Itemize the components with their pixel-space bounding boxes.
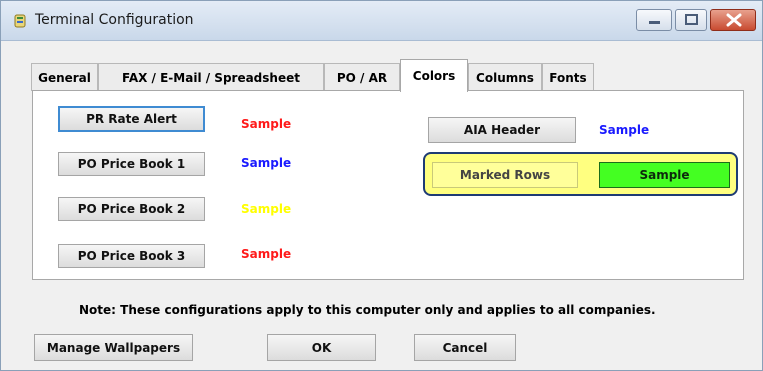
tab-columns[interactable]: Columns <box>468 63 542 91</box>
close-button[interactable] <box>710 9 756 31</box>
pr-rate-alert-sample: Sample <box>241 117 292 131</box>
tab-po-ar[interactable]: PO / AR <box>324 63 400 91</box>
po-price-book-2-button[interactable]: PO Price Book 2 <box>58 197 205 221</box>
po-price-book-1-sample: Sample <box>241 156 292 170</box>
app-icon <box>14 14 26 28</box>
minimize-button[interactable] <box>636 9 672 31</box>
maximize-button[interactable] <box>675 9 707 31</box>
tab-fax-email-spreadsheet[interactable]: FAX / E-Mail / Spreadsheet <box>98 63 324 91</box>
po-price-book-3-button[interactable]: PO Price Book 3 <box>58 244 205 268</box>
marked-rows-group: Marked Rows Sample <box>423 152 738 196</box>
marked-rows-button[interactable]: Marked Rows <box>432 162 578 188</box>
marked-rows-sample: Sample <box>599 162 730 188</box>
tab-general[interactable]: General <box>31 63 98 91</box>
tab-colors[interactable]: Colors <box>400 59 468 92</box>
tab-fonts[interactable]: Fonts <box>542 63 594 91</box>
manage-wallpapers-button[interactable]: Manage Wallpapers <box>34 334 193 361</box>
cancel-button[interactable]: Cancel <box>414 334 516 361</box>
ok-button[interactable]: OK <box>267 334 376 361</box>
aia-header-button[interactable]: AIA Header <box>428 117 576 143</box>
maximize-icon <box>685 14 698 25</box>
aia-header-sample: Sample <box>599 123 650 137</box>
configuration-note: Note: These configurations apply to this… <box>79 303 656 317</box>
po-price-book-2-sample: Sample <box>241 202 292 216</box>
title-bar[interactable]: Terminal Configuration <box>1 1 762 41</box>
minimize-icon <box>649 21 660 24</box>
window-title: Terminal Configuration <box>35 12 194 28</box>
po-price-book-3-sample: Sample <box>241 247 292 261</box>
po-price-book-1-button[interactable]: PO Price Book 1 <box>58 152 205 176</box>
pr-rate-alert-button[interactable]: PR Rate Alert <box>58 106 205 132</box>
terminal-configuration-window: Terminal Configuration General FAX / E-M… <box>0 0 763 371</box>
close-icon <box>726 13 742 27</box>
